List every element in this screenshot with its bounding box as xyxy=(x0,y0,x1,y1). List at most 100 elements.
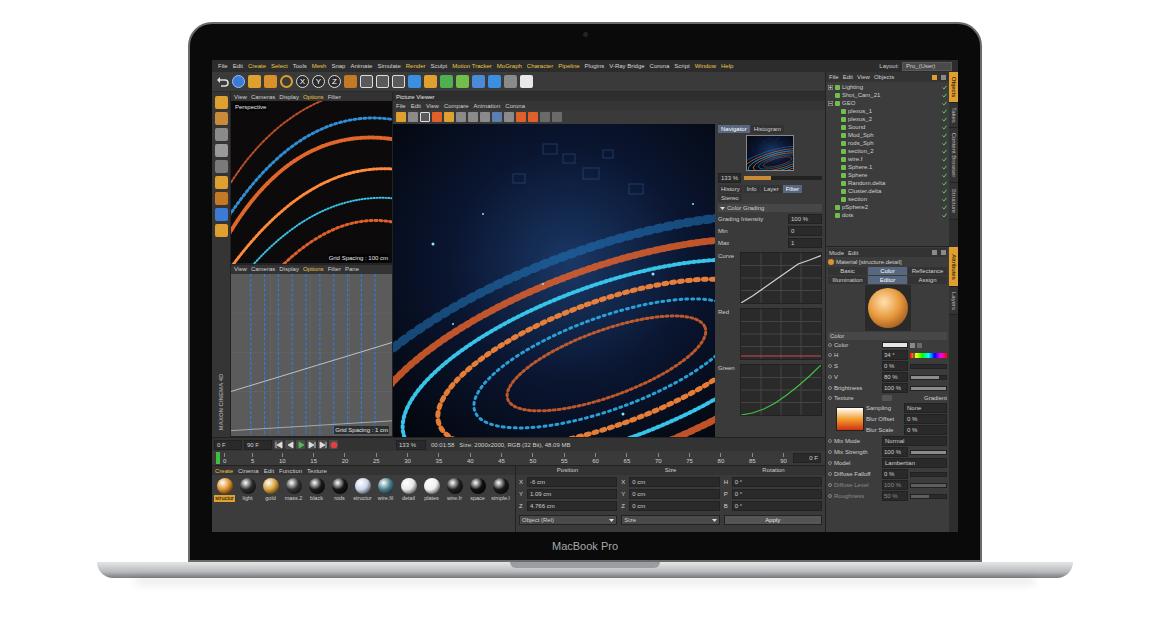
render-picture-icon[interactable] xyxy=(376,75,389,88)
menu-item[interactable]: Edit xyxy=(843,73,853,81)
select-icon[interactable] xyxy=(232,75,245,88)
object-row[interactable]: pSphere2 xyxy=(826,203,949,211)
viewport-menu-item[interactable]: Options xyxy=(303,93,324,101)
keyframe-icon[interactable] xyxy=(828,386,832,390)
pen-icon[interactable] xyxy=(424,75,437,88)
back-icon[interactable] xyxy=(932,250,937,255)
visibility-check-icon[interactable] xyxy=(942,173,947,178)
slider[interactable] xyxy=(910,375,947,380)
field-value[interactable]: 0 % xyxy=(904,425,947,435)
visibility-check-icon[interactable] xyxy=(942,213,947,218)
viewport-canvas[interactable]: PerspectiveGrid Spacing : 100 cm xyxy=(231,101,392,264)
expander-icon[interactable] xyxy=(828,85,833,90)
menu-item[interactable]: Mode xyxy=(829,249,844,257)
object-name[interactable]: Cluster.delta xyxy=(848,187,940,195)
object-name[interactable]: Mod_Sph xyxy=(848,131,940,139)
rotate-icon[interactable] xyxy=(280,75,293,88)
menu-item[interactable]: Animate xyxy=(350,62,372,70)
side-tab[interactable]: Takes xyxy=(949,103,958,128)
field-value[interactable]: 0 xyxy=(788,226,822,236)
tool-icon[interactable] xyxy=(516,112,526,122)
object-row[interactable]: Lighting xyxy=(826,83,949,91)
object-icon[interactable] xyxy=(841,165,846,170)
visibility-check-icon[interactable] xyxy=(942,125,947,130)
attribute-row[interactable]: V80 % xyxy=(828,372,947,382)
viewport-menu-item[interactable]: View xyxy=(234,265,247,273)
visibility-check-icon[interactable] xyxy=(942,189,947,194)
object-icon[interactable] xyxy=(841,149,846,154)
attribute-tab[interactable]: Reflectance xyxy=(908,267,947,275)
coordinate-field[interactable]: 0 ° xyxy=(732,489,822,499)
coordinate-field[interactable]: 1.09 cm xyxy=(527,489,617,499)
tool-icon[interactable] xyxy=(420,112,430,122)
mode-icon[interactable] xyxy=(215,96,228,109)
dropdown-arrow-icon[interactable] xyxy=(609,518,614,523)
playhead[interactable] xyxy=(216,452,220,464)
attribute-row[interactable]: H34 ° xyxy=(828,350,947,360)
attribute-row[interactable]: Color xyxy=(828,341,947,349)
mode-dropdown[interactable]: Object (Rel) xyxy=(519,515,617,525)
menu-item[interactable]: Render xyxy=(406,62,426,70)
viewport-menu-item[interactable]: View xyxy=(234,93,247,101)
side-tab[interactable]: Layers xyxy=(949,287,958,315)
slider[interactable] xyxy=(910,472,947,477)
deformer-icon[interactable] xyxy=(472,75,485,88)
side-tab[interactable]: Objects xyxy=(949,72,958,103)
object-icon[interactable] xyxy=(835,101,840,106)
attribute-value[interactable]: 100 % xyxy=(882,447,908,457)
menu-item[interactable]: Edit xyxy=(264,467,274,475)
keyframe-icon[interactable] xyxy=(828,494,832,498)
object-icon[interactable] xyxy=(841,157,846,162)
menu-item[interactable]: Edit xyxy=(848,249,858,257)
viewport-menu-item[interactable]: Options xyxy=(303,265,324,273)
coordinate-field[interactable]: 0 cm xyxy=(629,501,719,511)
visibility-check-icon[interactable] xyxy=(942,141,947,146)
render-settings-icon[interactable] xyxy=(392,75,405,88)
object-row[interactable]: dots xyxy=(826,211,949,219)
tool-icon[interactable] xyxy=(408,112,418,122)
object-icon[interactable] xyxy=(841,181,846,186)
object-row[interactable]: Sphere.1 xyxy=(826,163,949,171)
material-item[interactable]: black xyxy=(305,478,328,502)
attribute-row[interactable]: Mix Strength100 % xyxy=(828,447,947,457)
end-frame-field[interactable]: 90 F xyxy=(244,440,272,450)
tab[interactable]: Stereo xyxy=(718,194,742,202)
keyframe-icon[interactable] xyxy=(828,353,832,357)
attribute-dropdown[interactable]: Lambertian xyxy=(882,458,947,468)
side-tab[interactable]: Attributes xyxy=(949,247,958,287)
menu-item[interactable]: Simulate xyxy=(377,62,400,70)
menu-item[interactable]: Edit xyxy=(411,102,421,110)
menu-item[interactable]: Select xyxy=(271,62,288,70)
material-item[interactable]: mass.2 xyxy=(282,478,305,502)
attribute-row[interactable]: Diffuse Falloff0 % xyxy=(828,469,947,479)
next-key-icon[interactable] xyxy=(307,440,316,449)
object-icon[interactable] xyxy=(841,117,846,122)
slider[interactable] xyxy=(910,483,947,488)
menu-item[interactable]: Create xyxy=(215,467,233,475)
mode-icon[interactable] xyxy=(215,176,228,189)
last-frame-icon[interactable] xyxy=(318,440,327,449)
field-value[interactable]: 100 % xyxy=(788,214,822,224)
coordinate-field[interactable]: 4.766 cm xyxy=(527,501,617,511)
menu-item[interactable]: Snap xyxy=(331,62,345,70)
object-name[interactable]: rods_Sph xyxy=(848,139,940,147)
object-icon[interactable] xyxy=(841,133,846,138)
menu-item[interactable]: Animation xyxy=(474,102,501,110)
mode-icon[interactable] xyxy=(215,208,228,221)
section-header[interactable]: Color Grading xyxy=(718,204,822,212)
menu-item[interactable]: Cinema xyxy=(238,467,259,475)
subdivision-icon[interactable] xyxy=(440,75,453,88)
apply-button[interactable]: Apply xyxy=(724,515,822,525)
menu-item[interactable]: Texture xyxy=(307,467,327,475)
expander-icon[interactable] xyxy=(828,101,833,106)
object-row[interactable]: section xyxy=(826,195,949,203)
texture-menu-icon[interactable] xyxy=(882,395,892,401)
hue-slider[interactable] xyxy=(910,353,947,358)
attribute-row[interactable]: Brightness100 % xyxy=(828,383,947,393)
visibility-check-icon[interactable] xyxy=(942,109,947,114)
keyframe-icon[interactable] xyxy=(828,472,832,476)
mode-icon[interactable] xyxy=(215,144,228,157)
tab[interactable]: Info xyxy=(744,185,760,193)
collapse-icon[interactable] xyxy=(720,206,725,211)
viewport-menu-item[interactable]: Filter xyxy=(328,265,341,273)
